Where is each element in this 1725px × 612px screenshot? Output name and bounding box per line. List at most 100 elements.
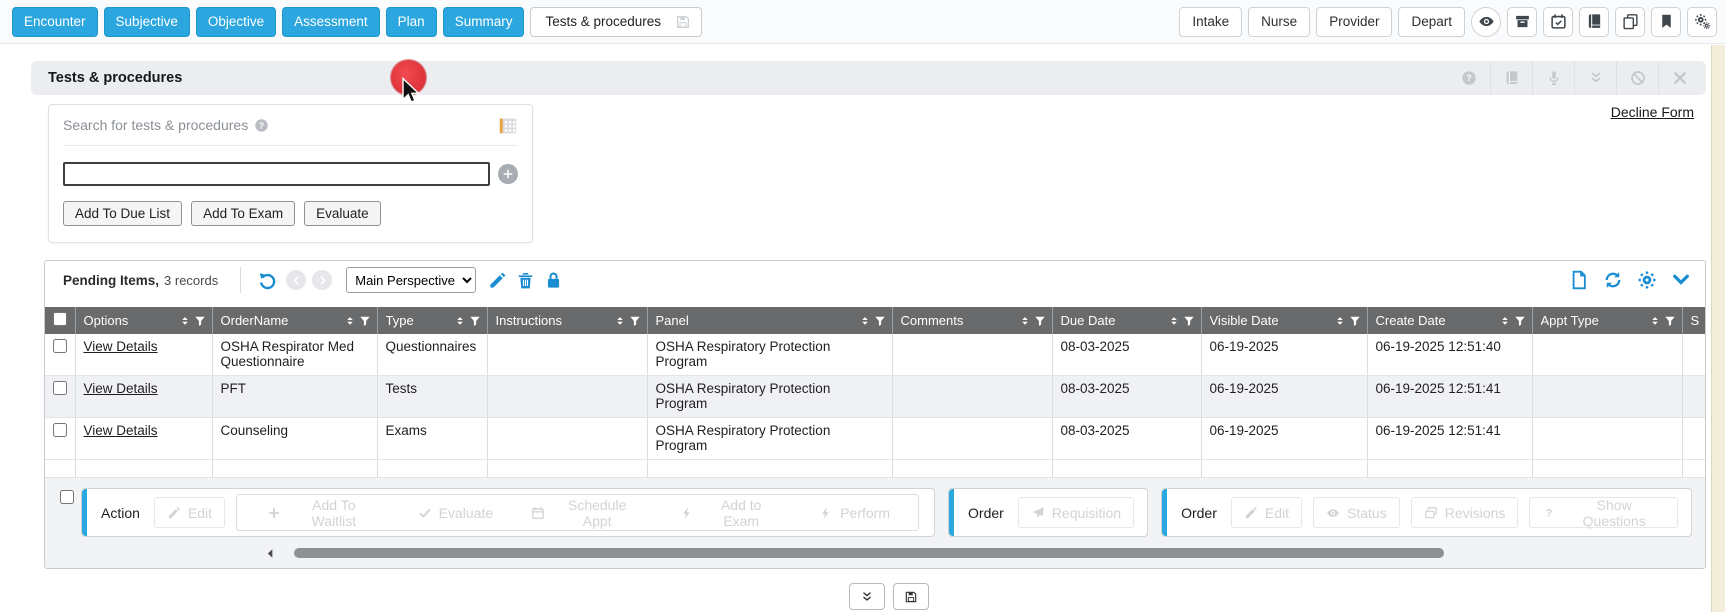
edit-button[interactable]: Edit — [154, 497, 225, 528]
col-due-date[interactable]: Due Date — [1052, 307, 1201, 334]
close-icon[interactable] — [1658, 61, 1700, 95]
filter-icon — [469, 315, 481, 327]
chevron-down-icon[interactable] — [1671, 270, 1691, 290]
save-icon[interactable] — [893, 583, 929, 610]
lock-icon[interactable] — [544, 271, 563, 290]
col-ordername[interactable]: OrderName — [212, 307, 377, 334]
col-type[interactable]: Type — [377, 307, 487, 334]
order-edit-button[interactable]: Edit — [1231, 497, 1302, 528]
prev-icon[interactable] — [286, 270, 306, 290]
nurse-button[interactable]: Nurse — [1248, 7, 1310, 37]
book-icon[interactable] — [1490, 61, 1532, 95]
add-to-exam-button[interactable]: Add To Exam — [191, 201, 295, 226]
col-appt-type[interactable]: Appt Type — [1532, 307, 1682, 334]
next-icon[interactable] — [312, 270, 332, 290]
page-scrollbar-strip[interactable] — [1711, 45, 1725, 612]
tab-encounter[interactable]: Encounter — [12, 7, 98, 37]
check-icon — [418, 506, 432, 520]
col-comments[interactable]: Comments — [892, 307, 1052, 334]
filter-icon — [629, 315, 641, 327]
decline-form-link[interactable]: Decline Form — [1611, 104, 1694, 120]
tab-plan[interactable]: Plan — [386, 7, 437, 37]
refresh-icon[interactable] — [1603, 270, 1623, 290]
help-icon[interactable] — [254, 118, 269, 133]
perspective-select[interactable]: Main Perspective — [346, 267, 476, 293]
lightning-icon — [680, 506, 694, 520]
show-questions-button[interactable]: Show Questions — [1529, 497, 1678, 528]
add-to-due-list-button[interactable]: Add To Due List — [63, 201, 182, 226]
microphone-icon[interactable] — [1532, 61, 1574, 95]
requisition-button[interactable]: Requisition — [1018, 497, 1134, 528]
double-chevron-down-icon[interactable] — [849, 583, 885, 610]
new-document-icon[interactable] — [1569, 270, 1589, 290]
panel-footer-buttons — [31, 583, 1706, 610]
row-checkbox[interactable] — [53, 423, 67, 437]
col-create-date[interactable]: Create Date — [1367, 307, 1532, 334]
bookmark-icon[interactable] — [1651, 7, 1681, 37]
intake-button[interactable]: Intake — [1179, 7, 1242, 37]
evaluate-button[interactable]: Evaluate — [304, 201, 381, 226]
tab-summary[interactable]: Summary — [443, 7, 525, 37]
book-icon[interactable] — [1579, 7, 1609, 37]
col-clipped[interactable]: S — [1682, 307, 1705, 334]
tab-assessment[interactable]: Assessment — [282, 7, 380, 37]
depart-button[interactable]: Depart — [1398, 7, 1465, 37]
row-checkbox[interactable] — [53, 381, 67, 395]
col-options[interactable]: Options — [75, 307, 212, 334]
search-input[interactable] — [63, 162, 490, 186]
undo-icon[interactable] — [258, 271, 277, 290]
scroll-left-icon[interactable] — [259, 546, 282, 560]
tab-tests-procedures[interactable]: Tests & procedures — [530, 7, 702, 37]
ban-icon[interactable] — [1616, 61, 1658, 95]
collapse-icon[interactable] — [1574, 61, 1616, 95]
save-icon[interactable] — [675, 14, 691, 30]
select-all-checkbox[interactable] — [53, 312, 67, 326]
gear-icon[interactable] — [1637, 270, 1657, 290]
col-instructions[interactable]: Instructions — [487, 307, 647, 334]
evaluate-action-button[interactable]: Evaluate — [412, 497, 499, 528]
row-checkbox[interactable] — [53, 339, 67, 353]
add-item-icon[interactable] — [498, 164, 518, 184]
mouse-cursor — [399, 77, 423, 107]
eye-icon — [1326, 506, 1340, 520]
status-button[interactable]: Status — [1313, 497, 1400, 528]
revisions-button[interactable]: Revisions — [1411, 497, 1519, 528]
view-details-link[interactable]: View Details — [84, 423, 158, 438]
provider-button[interactable]: Provider — [1316, 7, 1392, 37]
sort-icon — [344, 315, 356, 327]
filter-icon — [1034, 315, 1046, 327]
perform-button[interactable]: Perform — [813, 497, 896, 528]
action-button-set: Add To Waitlist Evaluate Schedule Appt A… — [236, 494, 919, 531]
action-group: Action Edit Add To Waitlist Evaluate Sch… — [81, 488, 935, 537]
add-to-exam-action-button[interactable]: Add to Exam — [674, 497, 787, 528]
new-row-checkbox[interactable] — [60, 490, 74, 504]
archive-icon[interactable] — [1507, 7, 1537, 37]
grid-icon[interactable] — [498, 117, 518, 135]
help-icon[interactable] — [1448, 61, 1490, 95]
sort-icon — [1499, 315, 1511, 327]
sort-icon — [179, 315, 191, 327]
view-details-link[interactable]: View Details — [84, 339, 158, 354]
search-card: Search for tests & procedures Add To Due… — [48, 104, 533, 243]
add-to-waitlist-button[interactable]: Add To Waitlist — [261, 497, 386, 528]
view-details-link[interactable]: View Details — [84, 381, 158, 396]
gears-icon[interactable] — [1687, 7, 1717, 37]
scrollbar-thumb[interactable] — [294, 548, 1444, 558]
pencil-icon[interactable] — [488, 271, 507, 290]
panel-title: Tests & procedures — [48, 70, 182, 86]
table-row: View Details OSHA Respirator Med Questio… — [45, 334, 1705, 376]
calendar-check-icon[interactable] — [1543, 7, 1573, 37]
tab-strip: Encounter Subjective Objective Assessmen… — [12, 7, 702, 37]
col-visible-date[interactable]: Visible Date — [1201, 307, 1367, 334]
tab-subjective[interactable]: Subjective — [104, 7, 190, 37]
schedule-appt-button[interactable]: Schedule Appt — [525, 497, 648, 528]
copy-icon[interactable] — [1615, 7, 1645, 37]
tab-objective[interactable]: Objective — [196, 7, 276, 37]
trash-icon[interactable] — [516, 271, 535, 290]
sort-icon — [1334, 315, 1346, 327]
eye-icon[interactable] — [1471, 7, 1501, 37]
top-bar-right: Intake Nurse Provider Depart — [1179, 7, 1717, 37]
tests-procedures-panel: Tests & procedures Search for tests & pr… — [31, 61, 1706, 612]
col-panel[interactable]: Panel — [647, 307, 892, 334]
sort-icon — [614, 315, 626, 327]
